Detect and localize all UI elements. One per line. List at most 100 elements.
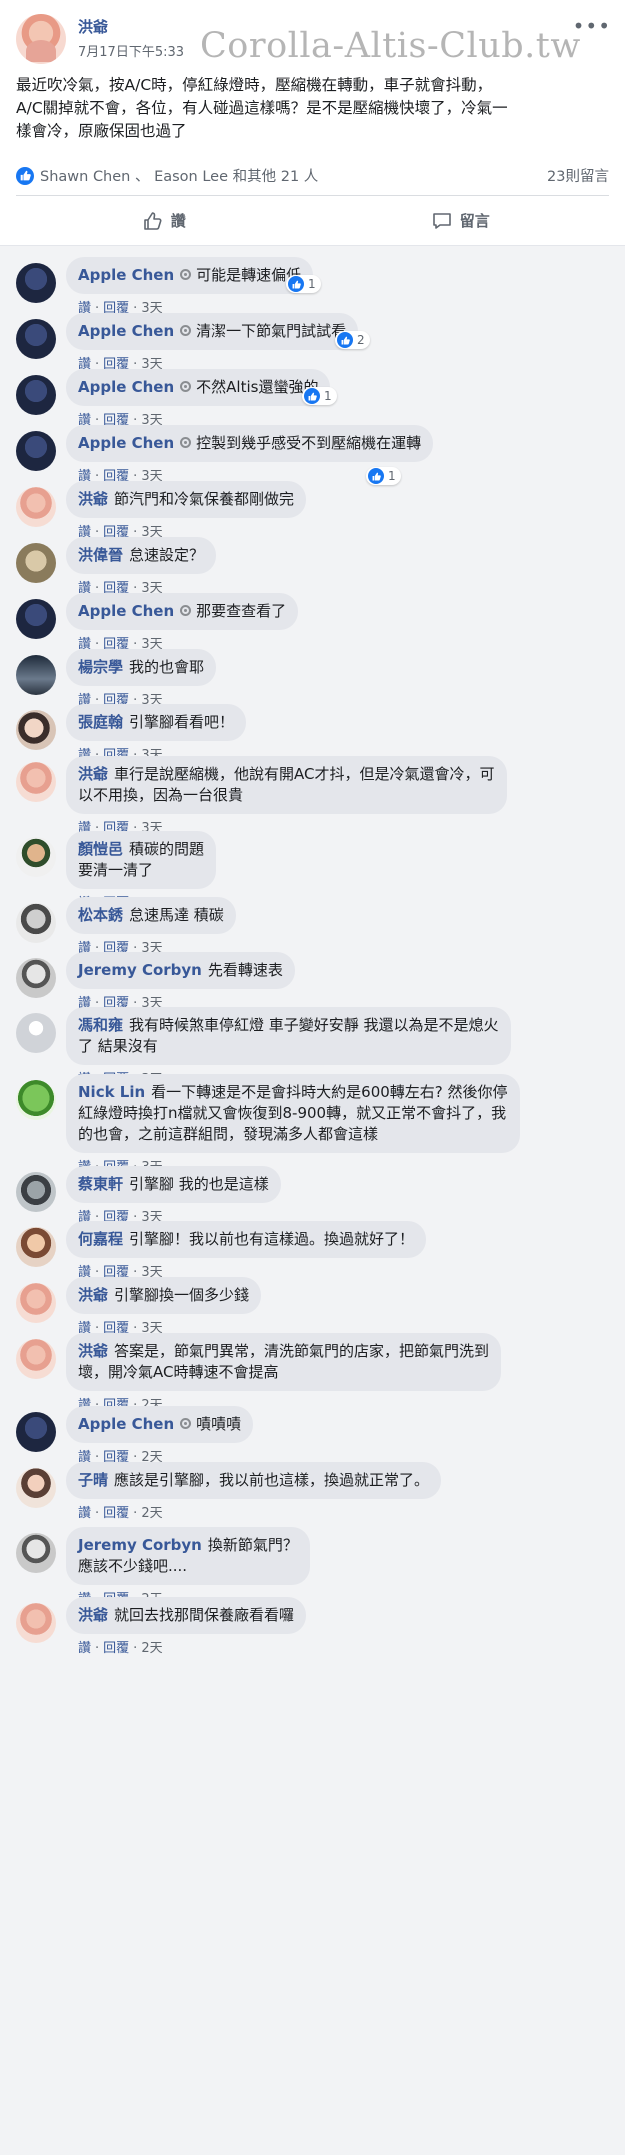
commenter-name[interactable]: Nick Lin bbox=[78, 1083, 145, 1101]
commenter-name[interactable]: 顏愷邑 bbox=[78, 840, 123, 858]
commenter-name[interactable]: 馮和雍 bbox=[78, 1016, 123, 1034]
comment-text: 看一下轉速是不是會抖時大約是600轉左右? 然後你停 bbox=[151, 1083, 508, 1101]
comment: 松本銹 怠速馬達 積碳讚 · 回覆 · 3天 bbox=[0, 897, 236, 956]
comment: Apple Chen 那要查查看了讚 · 回覆 · 3天 bbox=[0, 593, 299, 652]
commenter-avatar[interactable] bbox=[16, 375, 56, 415]
comment-text: 怠速馬達 積碳 bbox=[129, 906, 224, 924]
commenter-avatar[interactable] bbox=[16, 903, 56, 943]
commenter-avatar[interactable] bbox=[16, 263, 56, 303]
comment-bubble: 洪爺 答案是，節氣門異常，清洗節氣門的店家，把節氣門洗到 壞，開冷氣AC時轉速不會提… bbox=[66, 1333, 502, 1391]
commenter-name[interactable]: Jeremy Corbyn bbox=[78, 1536, 202, 1554]
commenter-avatar[interactable] bbox=[16, 543, 56, 583]
commenter-avatar[interactable] bbox=[16, 710, 56, 750]
commenter-name[interactable]: Jeremy Corbyn bbox=[78, 961, 202, 979]
comment-bubble: 楊宗學 我的也會耶 bbox=[66, 649, 217, 686]
commenter-avatar[interactable] bbox=[16, 487, 56, 527]
commenter-avatar[interactable] bbox=[16, 319, 56, 359]
commenter-avatar[interactable] bbox=[16, 1533, 56, 1573]
comment-like-link[interactable]: 讚 bbox=[78, 1506, 91, 1521]
comment-text: 紅綠燈時換打n檔就又會恢復到8-900轉，就又正常不會抖了，我 bbox=[78, 1104, 507, 1122]
comment: 子晴 應該是引擎腳，我以前也這樣，換過就正常了。讚 · 回覆 · 2天 bbox=[0, 1462, 442, 1521]
commenter-avatar[interactable] bbox=[16, 431, 56, 471]
commenter-name[interactable]: 蔡東軒 bbox=[78, 1175, 123, 1193]
commenter-name[interactable]: 洪爺 bbox=[78, 490, 108, 508]
commenter-avatar[interactable] bbox=[16, 1339, 56, 1379]
comment: Jeremy Corbyn換新節氣門？應該不少錢吧....讚·回覆·2天 bbox=[0, 1527, 310, 1607]
comment-time[interactable]: 2天 bbox=[141, 1641, 162, 1656]
commenter-avatar[interactable] bbox=[16, 1412, 56, 1452]
commenter-name[interactable]: Apple Chen bbox=[78, 434, 174, 452]
comment-reaction-count[interactable]: 2 bbox=[335, 331, 370, 349]
commenter-avatar[interactable] bbox=[16, 762, 56, 802]
comment: 何嘉程 引擎腳！我以前也有這樣過。換過就好了！讚 · 回覆 · 3天 bbox=[0, 1221, 427, 1280]
commenter-avatar[interactable] bbox=[16, 837, 56, 877]
author-avatar[interactable] bbox=[16, 14, 66, 64]
commenter-name[interactable]: 洪爺 bbox=[78, 1342, 108, 1360]
commenter-name[interactable]: 松本銹 bbox=[78, 906, 123, 924]
comment-reaction-count[interactable]: 1 bbox=[366, 467, 401, 485]
comment-main: 洪爺 節汽門和冷氣保養都剛做完讚 · 回覆 · 3天 bbox=[66, 481, 307, 540]
commenter-name[interactable]: 洪爺 bbox=[78, 765, 108, 783]
comment-text: 清潔一下節氣門試試看 bbox=[196, 322, 347, 340]
comment-button[interactable]: 留言 bbox=[313, 196, 610, 245]
author-name[interactable]: 洪爺 bbox=[78, 16, 184, 37]
commenter-name[interactable]: Apple Chen bbox=[78, 602, 174, 620]
commenter-name[interactable]: Apple Chen bbox=[78, 322, 174, 340]
commenter-avatar[interactable] bbox=[16, 1468, 56, 1508]
commenter-name[interactable]: Apple Chen bbox=[78, 378, 174, 396]
comment-time[interactable]: 2天 bbox=[141, 1506, 162, 1521]
like-reaction-icon bbox=[337, 332, 353, 348]
commenter-name[interactable]: 洪爺 bbox=[78, 1286, 108, 1304]
admin-badge-icon bbox=[180, 269, 192, 280]
commenter-avatar[interactable] bbox=[16, 1013, 56, 1053]
like-button[interactable]: 讚 bbox=[16, 196, 313, 245]
commenter-avatar[interactable] bbox=[16, 1080, 56, 1120]
commenter-name[interactable]: Apple Chen bbox=[78, 1415, 174, 1433]
commenter-name[interactable]: 何嘉程 bbox=[78, 1230, 123, 1248]
comment-text: 引擎腳 我的也是這樣 bbox=[129, 1175, 269, 1193]
commenter-avatar[interactable] bbox=[16, 599, 56, 639]
commenter-avatar[interactable] bbox=[16, 1172, 56, 1212]
commenter-name[interactable]: 楊宗學 bbox=[78, 658, 123, 676]
like-reaction-icon bbox=[368, 468, 384, 484]
comment: Apple Chen 不然Altis還蠻強的 1 讚 · 回覆 · 3天 bbox=[0, 369, 337, 428]
comment-bubble: Apple Chen 可能是轉速偏低 bbox=[66, 257, 314, 294]
commenter-avatar[interactable] bbox=[16, 655, 56, 695]
commenter-name[interactable]: 張庭翰 bbox=[78, 713, 123, 731]
comment-text: 引擎腳看看吧！ bbox=[129, 713, 235, 731]
commenter-name[interactable]: 洪爺 bbox=[78, 1606, 108, 1624]
comment-main: 洪爺 車行是說壓縮機，他說有開AC才抖，但是冷氣還會冷，可 以不用換，因為一台很貴讚… bbox=[66, 756, 507, 836]
post-timestamp[interactable]: 7月17日下午5:33 bbox=[78, 41, 184, 60]
comment-main: 何嘉程 引擎腳！我以前也有這樣過。換過就好了！讚 · 回覆 · 3天 bbox=[66, 1221, 427, 1280]
post-body-line: 最近吹冷氣，按A/C時，停紅綠燈時，壓縮機在轉動，車子就會抖動， bbox=[16, 76, 493, 94]
commenter-name[interactable]: 洪偉晉 bbox=[78, 546, 123, 564]
post-body-line: 樣會冷，原廠保固也過了 bbox=[16, 122, 187, 140]
reaction-count-number: 1 bbox=[388, 469, 396, 483]
commenter-name[interactable]: Apple Chen bbox=[78, 266, 174, 284]
comment-text: 嘖嘖嘖 bbox=[196, 1415, 242, 1433]
comment-like-link[interactable]: 讚 bbox=[78, 1641, 91, 1656]
comment-reply-link[interactable]: 回覆 bbox=[103, 1641, 129, 1656]
comment-reaction-count[interactable]: 1 bbox=[286, 275, 321, 293]
commenter-avatar[interactable] bbox=[16, 1283, 56, 1323]
comment-count[interactable]: 23則留言 bbox=[547, 165, 609, 186]
comment-bubble: 子晴 應該是引擎腳，我以前也這樣，換過就正常了。 bbox=[66, 1462, 442, 1499]
comment-text: 那要查查看了 bbox=[196, 602, 287, 620]
comment-bubble: Apple Chen 不然Altis還蠻強的 bbox=[66, 369, 331, 406]
commenter-avatar[interactable] bbox=[16, 1603, 56, 1643]
comment-bubble: 洪爺 引擎腳換一個多少錢 bbox=[66, 1277, 262, 1314]
commenter-avatar[interactable] bbox=[16, 958, 56, 998]
comment-main: Nick Lin 看一下轉速是不是會抖時大約是600轉左右? 然後你停紅綠燈時換打… bbox=[66, 1074, 520, 1175]
comment-bubble: Nick Lin 看一下轉速是不是會抖時大約是600轉左右? 然後你停紅綠燈時換打… bbox=[66, 1074, 520, 1153]
more-options-icon[interactable]: ••• bbox=[573, 14, 611, 38]
comment-text: 壞，開冷氣AC時轉速不會提高 bbox=[78, 1363, 279, 1381]
reaction-names[interactable]: Shawn Chen 、 Eason Lee 和其他 21 人 bbox=[40, 165, 547, 186]
comment-reply-link[interactable]: 回覆 bbox=[103, 1506, 129, 1521]
commenter-avatar[interactable] bbox=[16, 1227, 56, 1267]
comment: Jeremy Corbyn 先看轉速表讚 · 回覆 · 3天 bbox=[0, 952, 295, 1011]
comment-text: 怠速設定？ bbox=[129, 546, 205, 564]
commenter-name[interactable]: 子晴 bbox=[78, 1471, 108, 1489]
comment-text: 了 結果沒有 bbox=[78, 1037, 158, 1055]
comment: 張庭翰引擎腳看看吧！讚·回覆·3天 bbox=[0, 704, 247, 763]
comment-reaction-count[interactable]: 1 bbox=[302, 387, 337, 405]
